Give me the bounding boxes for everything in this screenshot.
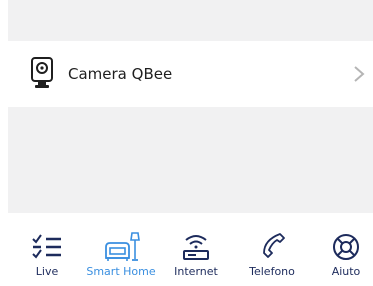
device-title: Camera QBee	[68, 65, 173, 83]
checklist-icon	[32, 234, 61, 259]
lifebuoy-icon	[333, 234, 359, 260]
tab-label-smart-home: Smart Home	[86, 265, 156, 278]
tab-aiuto[interactable]: Aiuto	[309, 213, 373, 286]
tab-smart-home[interactable]: Smart Home	[84, 213, 158, 286]
router-icon	[183, 235, 209, 260]
tab-label-aiuto: Aiuto	[331, 265, 361, 278]
bottom-tab-bar: Live Smart Home Internet Telefono Aiuto	[0, 213, 373, 286]
phone-icon	[263, 233, 285, 258]
tab-label-live: Live	[35, 265, 59, 278]
tab-live[interactable]: Live	[10, 213, 84, 286]
camera-icon	[31, 57, 53, 88]
sofa-lamp-icon	[105, 232, 140, 261]
tab-telefono[interactable]: Telefono	[235, 213, 309, 286]
device-row-camera-qbee[interactable]: Camera QBee	[8, 41, 373, 107]
tab-label-telefono: Telefono	[249, 265, 295, 278]
tab-label-internet: Internet	[174, 265, 218, 278]
main-content: Camera QBee	[0, 0, 373, 213]
chevron-right-icon	[354, 66, 365, 82]
tab-internet[interactable]: Internet	[159, 213, 233, 286]
